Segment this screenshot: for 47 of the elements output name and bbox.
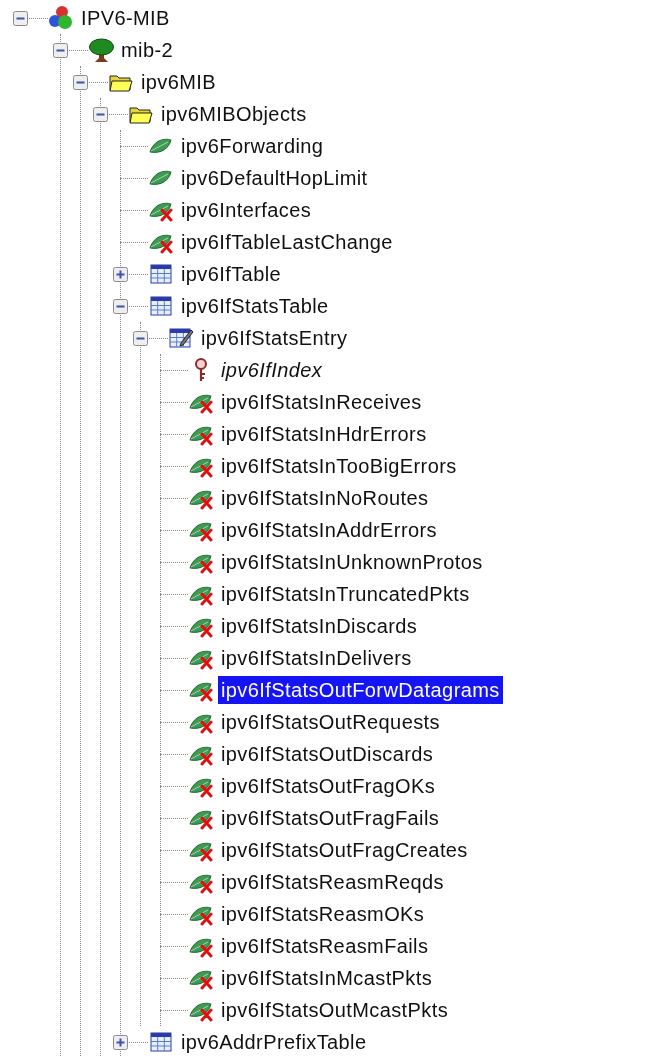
node-label[interactable]: ipv6MIBObjects: [158, 100, 310, 128]
node-label[interactable]: ipv6IfTable: [178, 260, 284, 288]
node-label[interactable]: ipv6IfStatsInNoRoutes: [218, 484, 432, 512]
collapse-icon[interactable]: [73, 74, 88, 90]
node-label[interactable]: ipv6IfStatsInReceives: [218, 388, 425, 416]
node-label[interactable]: ipv6IfIndex: [218, 356, 326, 384]
node-label[interactable]: ipv6Forwarding: [178, 132, 327, 160]
node-label[interactable]: ipv6IfStatsTable: [178, 292, 332, 320]
collapse-icon[interactable]: [13, 10, 28, 26]
node-label[interactable]: ipv6IfStatsInDiscards: [218, 612, 421, 640]
node-label[interactable]: ipv6IfStatsEntry: [198, 324, 351, 352]
expand-icon[interactable]: [113, 266, 128, 282]
node-label[interactable]: ipv6IfStatsOutFragCreates: [218, 836, 471, 864]
node-label[interactable]: ipv6AddrPrefixTable: [178, 1028, 370, 1056]
collapse-icon[interactable]: [113, 298, 128, 314]
node-label[interactable]: ipv6IfStatsInUnknownProtos: [218, 548, 486, 576]
node-label[interactable]: ipv6IfStatsInTruncatedPkts: [218, 580, 473, 608]
table-icon: [149, 294, 173, 318]
node-label[interactable]: ipv6IfStatsOutDiscards: [218, 740, 437, 768]
node-label[interactable]: ipv6IfStatsInAddrErrors: [218, 516, 440, 544]
node-label[interactable]: IPV6-MIB: [78, 4, 173, 32]
node-label[interactable]: ipv6Interfaces: [178, 196, 315, 224]
tree-icon: [88, 37, 114, 63]
node-label[interactable]: ipv6IfStatsInHdrErrors: [218, 420, 430, 448]
collapse-icon[interactable]: [133, 330, 148, 346]
node-label[interactable]: ipv6IfStatsOutFragFails: [218, 804, 443, 832]
node-label[interactable]: ipv6IfStatsInDelivers: [218, 644, 415, 672]
table-icon: [149, 262, 173, 286]
node-label[interactable]: mib-2: [118, 36, 176, 64]
node-label[interactable]: ipv6IfStatsOutForwDatagrams: [218, 676, 503, 704]
collapse-icon[interactable]: [93, 106, 108, 122]
node-label[interactable]: ipv6IfStatsOutMcastPkts: [218, 996, 452, 1024]
node-label[interactable]: ipv6IfStatsInMcastPkts: [218, 964, 436, 992]
node-label[interactable]: ipv6MIB: [138, 68, 220, 96]
table-icon: [149, 1030, 173, 1054]
node-label[interactable]: ipv6IfStatsInTooBigErrors: [218, 452, 460, 480]
table-pencil-icon: [168, 326, 194, 350]
spheres-icon: [48, 5, 74, 31]
node-label[interactable]: ipv6IfTableLastChange: [178, 228, 396, 256]
node-label[interactable]: ipv6IfStatsReasmReqds: [218, 868, 447, 896]
node-label[interactable]: ipv6DefaultHopLimit: [178, 164, 371, 192]
node-label[interactable]: ipv6IfStatsReasmOKs: [218, 900, 428, 928]
node-label[interactable]: ipv6IfStatsReasmFails: [218, 932, 432, 960]
collapse-icon[interactable]: [53, 42, 68, 58]
expand-icon[interactable]: [113, 1034, 128, 1050]
node-label[interactable]: ipv6IfStatsOutFragOKs: [218, 772, 439, 800]
node-label[interactable]: ipv6IfStatsOutRequests: [218, 708, 443, 736]
